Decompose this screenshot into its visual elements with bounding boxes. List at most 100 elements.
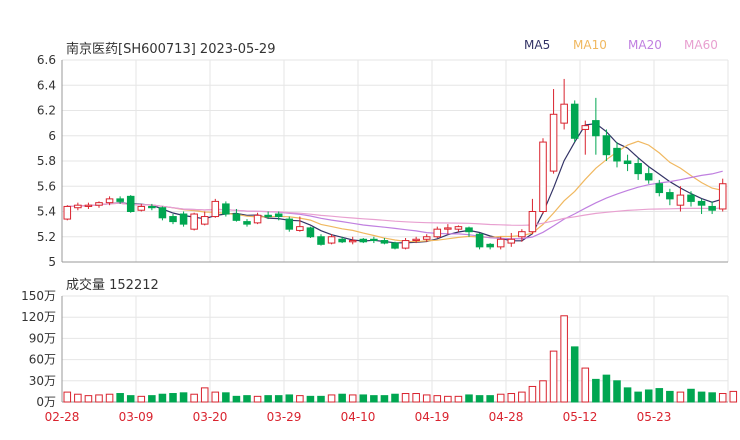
volume-bar (158, 393, 167, 403)
volume-bar (401, 393, 410, 403)
candle-body (475, 233, 484, 248)
candle-body (549, 113, 558, 172)
volume-bar (380, 395, 389, 403)
date-tick-label: 05-23 (637, 410, 672, 424)
volume-bar (486, 395, 494, 403)
candle-body (560, 103, 568, 124)
candle-body (433, 228, 442, 238)
price-tick-label: 6.6 (37, 53, 56, 67)
volume-bar (179, 392, 188, 403)
price-tick-label: 5.6 (37, 179, 56, 193)
volume-bar (465, 394, 473, 403)
candle-body (95, 202, 103, 206)
volume-bar (253, 395, 262, 403)
candle-body (592, 120, 600, 137)
candle-body (718, 183, 727, 210)
candle-body (666, 192, 674, 200)
candle-body (581, 125, 590, 130)
volume-bar (718, 393, 727, 403)
candle-body (190, 213, 198, 230)
candle-body (465, 227, 473, 233)
date-tick-label: 02-28 (45, 410, 80, 424)
candle-body (644, 173, 653, 181)
candle-body (623, 160, 632, 165)
price-tick-label: 5.8 (37, 154, 56, 168)
candle-body (412, 238, 420, 242)
volume-bar (666, 390, 674, 403)
volume-bar (84, 395, 93, 403)
volume-bar (137, 395, 146, 403)
volume-bar (222, 392, 230, 403)
volume-bar (570, 346, 579, 403)
price-tick-label: 6 (48, 129, 56, 143)
volume-tick-label: 30万 (29, 374, 56, 388)
candle-body (348, 240, 357, 243)
volume-bar (338, 393, 346, 403)
candle-body (570, 103, 579, 139)
candle-body (285, 218, 294, 230)
volume-bar (708, 392, 716, 403)
date-tick-label: 04-28 (489, 410, 524, 424)
candle-body (200, 216, 209, 225)
volume-bar (285, 394, 294, 403)
candle-body (380, 240, 389, 244)
candle-body (454, 226, 463, 230)
price-tick-label: 5 (48, 255, 56, 269)
candle-body (528, 211, 537, 233)
candle-body (274, 213, 283, 218)
candle-body (391, 242, 399, 249)
volume-bar (126, 395, 135, 403)
candle-body (401, 240, 410, 249)
candle-body (602, 135, 611, 156)
volume-bar (676, 391, 685, 403)
volume-bar (105, 393, 114, 403)
stock-chart: 5 5.2 5.4 5.6 5.8 6 6.2 6.4 6.6 0万 30万 60万 90万 120万 15… (21, 53, 738, 424)
candle-body (137, 205, 146, 211)
candle-body (359, 238, 368, 243)
volume-bar (475, 395, 484, 403)
volume-bar (613, 380, 621, 403)
candle-body (676, 194, 685, 206)
volume-bar (264, 395, 272, 403)
date-tick-label: 03-20 (193, 410, 228, 424)
volume-bar (327, 394, 336, 403)
price-tick-label: 5.4 (37, 205, 56, 219)
candle-body (687, 194, 695, 202)
volume-bar (211, 391, 220, 403)
volume-bar (634, 391, 642, 403)
candle-body (518, 231, 526, 238)
volume-bar (602, 374, 611, 403)
date-tick-label: 04-19 (415, 410, 450, 424)
volume-bar (232, 395, 241, 403)
price-tick-label: 5.2 (37, 230, 56, 244)
candle-body (84, 204, 93, 207)
volume-bar (95, 394, 103, 403)
volume-bar (496, 393, 505, 403)
volume-bar (697, 391, 706, 403)
volume-bar (348, 394, 357, 403)
volume-tick-label: 150万 (21, 289, 56, 303)
volume-bar (592, 378, 600, 403)
volume-bar (306, 395, 315, 403)
candle-body (306, 227, 315, 238)
candle-body (370, 238, 378, 242)
candle-body (232, 213, 241, 221)
volume-bar (169, 393, 177, 403)
candle-body (105, 198, 114, 204)
candle-body (169, 216, 177, 223)
date-tick-label: 03-09 (119, 410, 154, 424)
volume-bar (422, 394, 431, 403)
volume-bar (296, 395, 304, 403)
ma5-line (67, 122, 723, 244)
candle-body (655, 183, 664, 194)
candle-body (507, 238, 516, 244)
candle-body (317, 236, 325, 245)
volume-bar (655, 388, 664, 403)
candle-body (158, 207, 167, 219)
volume-bar (243, 395, 251, 403)
candle-body (222, 203, 230, 215)
volume-bar (200, 387, 209, 403)
candle-body (211, 200, 220, 218)
price-tick-label: 6.4 (37, 78, 56, 92)
volume-bar (116, 393, 124, 403)
